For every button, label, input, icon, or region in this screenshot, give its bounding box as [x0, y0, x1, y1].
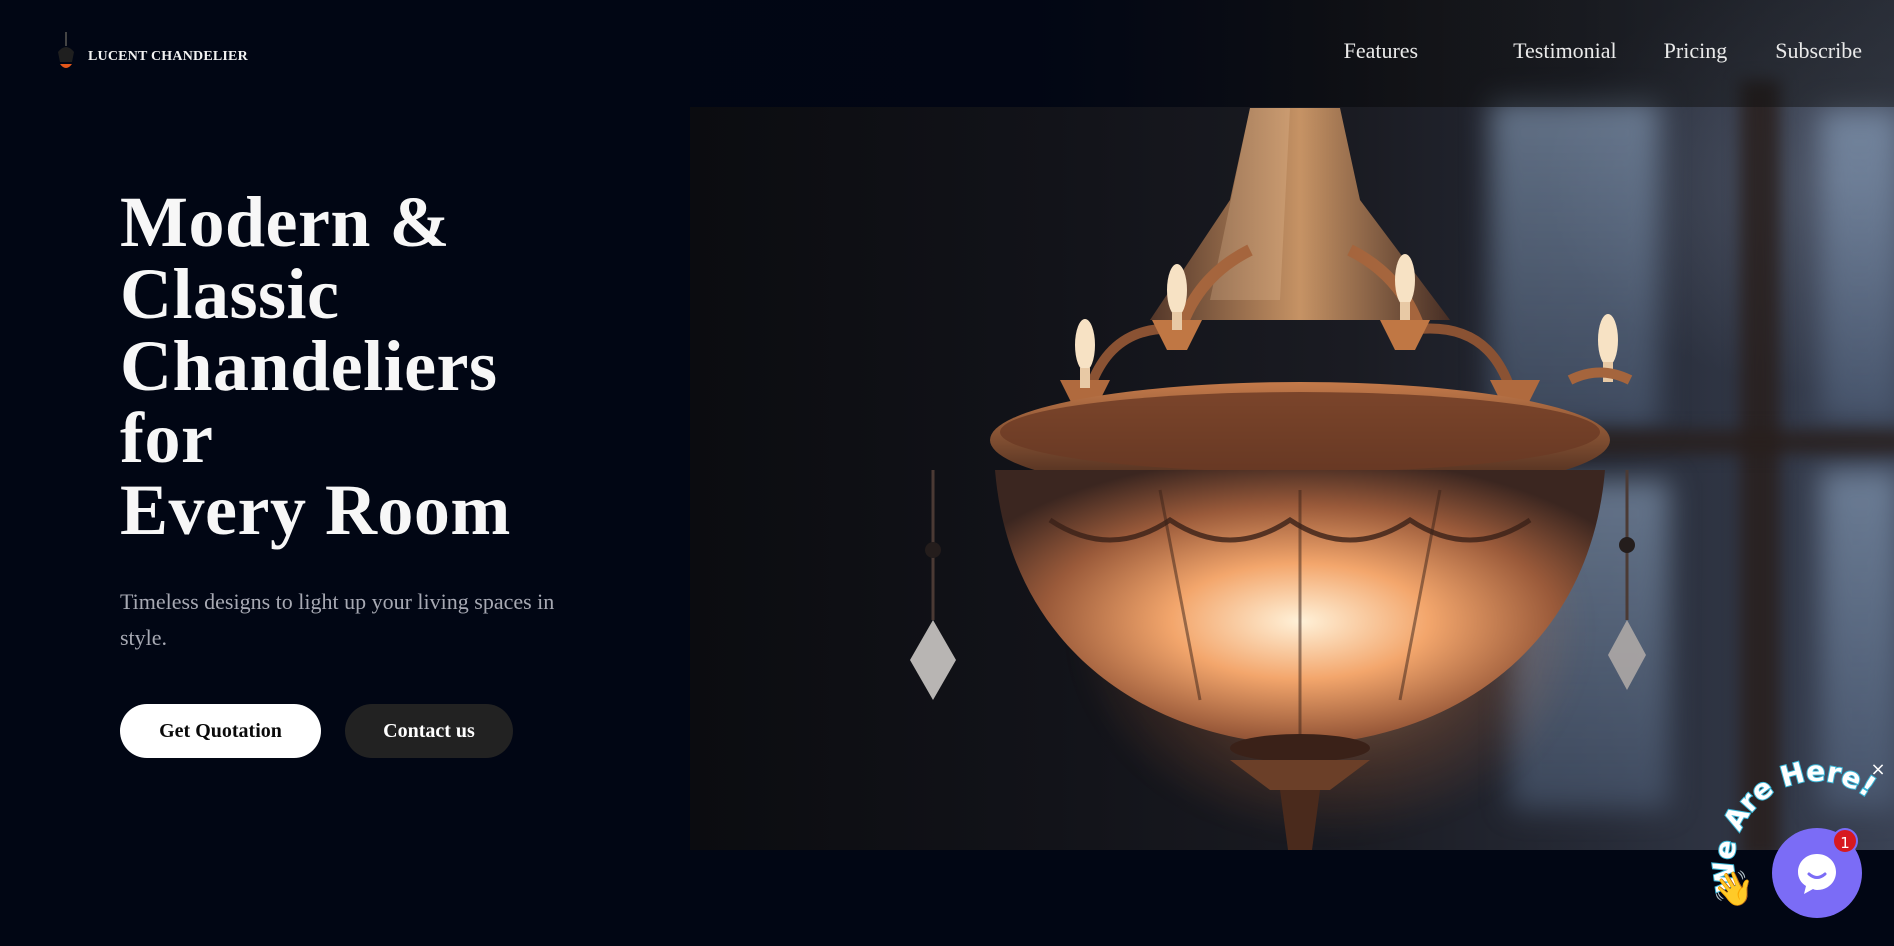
headline-line: for: [120, 398, 214, 478]
waving-hand-icon: 👋: [1712, 871, 1755, 908]
nav-link-features[interactable]: Features: [1344, 38, 1419, 64]
headline-line: Classic: [120, 254, 340, 334]
main-nav: Features Testimonial Pricing Subscribe: [1344, 38, 1862, 64]
hero-subtitle: Timeless designs to light up your living…: [120, 589, 555, 650]
chandelier-logo-icon: [58, 32, 74, 68]
get-quotation-button[interactable]: Get Quotation: [120, 704, 321, 758]
hero-headline: Modern & Classic Chandeliers for Every R…: [120, 186, 640, 546]
close-icon[interactable]: ×: [1868, 760, 1888, 780]
top-nav-bar: LUCENT CHANDELIER Features Testimonial P…: [0, 0, 1894, 107]
brand-name: LUCENT CHANDELIER: [88, 49, 248, 64]
nav-link-subscribe[interactable]: Subscribe: [1775, 38, 1862, 64]
hero-chandelier-image: [690, 0, 1894, 850]
chat-widget[interactable]: We Are Here! × 👋 1: [1700, 760, 1894, 946]
notification-badge: 1: [1832, 828, 1858, 854]
headline-line: Chandeliers: [120, 326, 498, 406]
chandelier-illustration: [910, 108, 1646, 850]
headline-line: Modern &: [120, 182, 450, 262]
nav-link-pricing[interactable]: Pricing: [1664, 38, 1728, 64]
contact-us-button[interactable]: Contact us: [345, 704, 513, 758]
brand-logo[interactable]: LUCENT CHANDELIER: [52, 32, 248, 74]
chat-bubble-icon: [1798, 854, 1836, 894]
nav-link-testimonial[interactable]: Testimonial: [1513, 38, 1617, 64]
headline-line: Every Room: [120, 470, 511, 550]
